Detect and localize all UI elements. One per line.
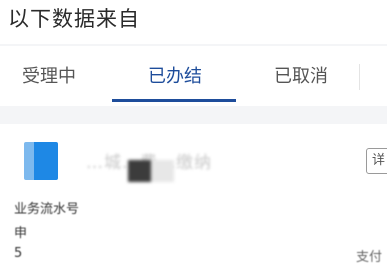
payment-status: 支付: [356, 250, 383, 265]
service-icon: [24, 142, 58, 180]
page-header: 以下数据来自: [0, 0, 387, 44]
applicant-label: 申: [14, 226, 28, 241]
tab-divider: [359, 64, 360, 90]
serial-number-label: 业务流水号: [14, 202, 80, 217]
page-title: 以下数据来自: [8, 7, 140, 31]
record-card[interactable]: …城…费…缴纳 详 业务流水号 申 5 支付: [0, 124, 387, 279]
amount-label: 5: [14, 246, 23, 261]
tab-in-progress[interactable]: 受理中: [0, 62, 104, 92]
active-tab-indicator: [112, 99, 236, 102]
tab-cancelled[interactable]: 已取消: [246, 62, 356, 92]
status-tabs: 受理中 已办结 已取消: [0, 46, 387, 106]
tab-completed[interactable]: 已办结: [120, 62, 230, 92]
detail-button[interactable]: 详: [366, 148, 387, 174]
redaction-block: [128, 160, 174, 182]
